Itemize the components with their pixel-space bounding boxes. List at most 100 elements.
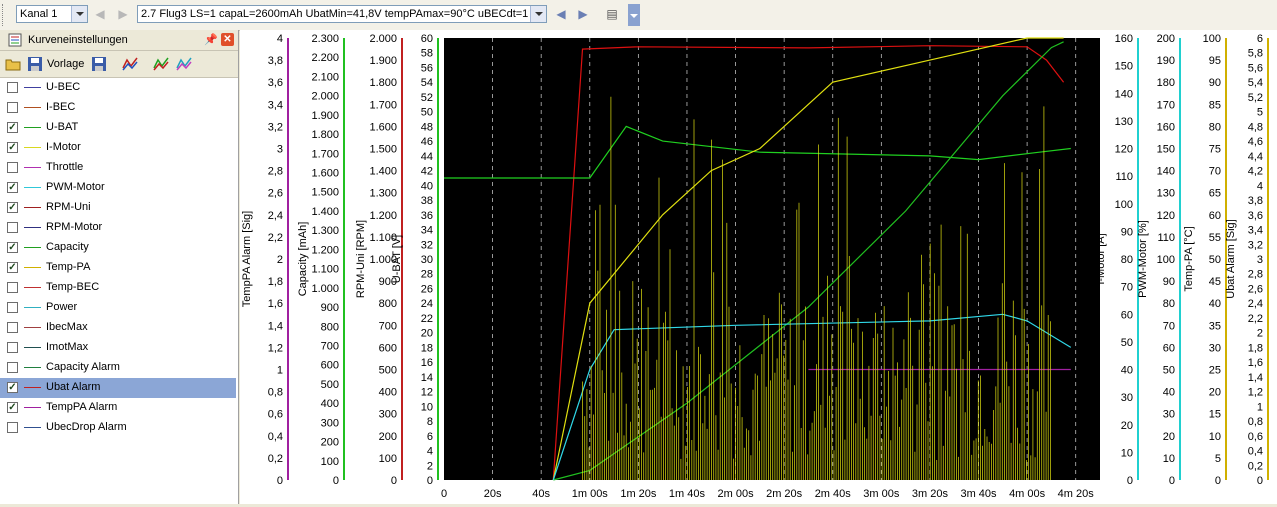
curve-checkbox[interactable]: ✓ [7, 182, 18, 193]
y-tick-label: 1.600 [369, 121, 397, 133]
y-tick-label: 0 [427, 475, 433, 487]
y-tick-label: 2.100 [311, 71, 339, 83]
arrow-right-icon[interactable]: ▶ [115, 6, 131, 22]
y-tick-label: 1.600 [311, 168, 339, 180]
y-tick-label: 140 [1115, 88, 1133, 100]
curve-checkbox[interactable] [7, 222, 18, 233]
plot-background [444, 38, 1100, 480]
curve-item[interactable]: RPM-Motor [0, 218, 236, 238]
y-tick-label: 12 [421, 387, 433, 399]
curve-checkbox[interactable]: ✓ [7, 242, 18, 253]
curve-checkbox[interactable]: ✓ [7, 142, 18, 153]
arrow-left-icon[interactable]: ◀ [553, 6, 569, 22]
chevron-down-icon [630, 14, 638, 18]
pin-icon[interactable]: 📌 [204, 33, 218, 47]
y-tick-label: 4,4 [1248, 151, 1263, 163]
y-tick-label: 170 [1157, 99, 1175, 111]
y-tick-label: 0 [333, 475, 339, 487]
y-tick-label: 0 [1215, 475, 1221, 487]
curves-icon[interactable] [122, 56, 138, 72]
y-tick-label: 50 [1209, 254, 1221, 266]
curve-item[interactable]: ✓ Capacity [0, 238, 236, 258]
y-tick-label: 200 [321, 437, 339, 449]
curve-item[interactable]: Power [0, 298, 236, 318]
curve-item[interactable]: U-BEC [0, 78, 236, 98]
curves-select-all-icon[interactable] [153, 56, 169, 72]
y-tick-label: 0 [1257, 475, 1263, 487]
y-tick-label: 70 [1121, 282, 1133, 294]
curve-item[interactable]: Temp-BEC [0, 278, 236, 298]
curve-item[interactable]: ✓ I-Motor [0, 138, 236, 158]
curve-checkbox[interactable] [7, 102, 18, 113]
save-icon[interactable] [27, 56, 43, 72]
dropdown-button[interactable] [628, 4, 640, 26]
curve-checkbox[interactable]: ✓ [7, 262, 18, 273]
curve-checkbox[interactable] [7, 422, 18, 433]
curve-checkbox[interactable]: ✓ [7, 122, 18, 133]
curve-checkbox[interactable] [7, 362, 18, 373]
curve-color-swatch [24, 367, 41, 368]
y-tick-label: 0,6 [268, 409, 283, 421]
y-tick-label: 1 [1257, 401, 1263, 413]
curve-item[interactable]: I-BEC [0, 98, 236, 118]
y-tick-label: 90 [1163, 276, 1175, 288]
y-tick-label: 42 [421, 166, 433, 178]
open-folder-icon[interactable] [5, 56, 21, 72]
close-icon[interactable]: ✕ [221, 33, 234, 46]
y-tick-label: 80 [1209, 121, 1221, 133]
chevron-down-icon[interactable] [71, 6, 87, 22]
curve-checkbox[interactable] [7, 282, 18, 293]
curve-checkbox[interactable]: ✓ [7, 382, 18, 393]
curve-checkbox[interactable] [7, 322, 18, 333]
curve-label: PWM-Motor [46, 181, 105, 193]
curve-item[interactable]: Throttle [0, 158, 236, 178]
curve-checkbox[interactable] [7, 302, 18, 313]
curve-color-swatch [24, 347, 41, 348]
curves-deselect-icon[interactable] [176, 56, 192, 72]
curve-checkbox[interactable]: ✓ [7, 202, 18, 213]
y-tick-label: 20 [1163, 431, 1175, 443]
curve-item[interactable]: ✓ Temp-PA [0, 258, 236, 278]
y-tick-label: 44 [421, 151, 433, 163]
curve-item[interactable]: UbecDrop Alarm [0, 418, 236, 438]
arrow-right-icon[interactable]: ▶ [575, 6, 591, 22]
telemetry-chart[interactable]: 0 20s 40s 1m 00s 1m 20s 1m 40s 2m 00s 2m 20s 2m … [240, 30, 1277, 504]
y-tick-label: 3,8 [268, 55, 283, 67]
curve-checkbox[interactable] [7, 342, 18, 353]
curve-checkbox[interactable]: ✓ [7, 402, 18, 413]
arrow-left-icon[interactable]: ◀ [92, 6, 108, 22]
clipboard-icon[interactable]: ▤ [604, 6, 620, 22]
channel-select[interactable]: Kanal 1 [16, 5, 88, 23]
curve-item[interactable]: ImotMax [0, 338, 236, 358]
chevron-down-icon[interactable] [530, 6, 546, 22]
y-tick-label: 3 [277, 144, 283, 156]
y-tick-label: 10 [421, 401, 433, 413]
curve-label: UbecDrop Alarm [46, 421, 127, 433]
curve-item[interactable]: ✓ U-BAT [0, 118, 236, 138]
y-tick-label: 34 [421, 225, 433, 237]
curve-item[interactable]: Capacity Alarm [0, 358, 236, 378]
y-tick-label: 32 [421, 239, 433, 251]
curve-checkbox[interactable] [7, 82, 18, 93]
curve-checkbox[interactable] [7, 162, 18, 173]
save-template-icon[interactable] [91, 56, 107, 72]
curve-color-swatch [24, 427, 41, 428]
curve-item[interactable]: ✓ RPM-Uni [0, 198, 236, 218]
y-tick-label: 1,6 [1248, 357, 1263, 369]
y-tick-label: 5,4 [1248, 77, 1263, 89]
curve-item[interactable]: ✓ Ubat Alarm [0, 378, 236, 398]
flight-select[interactable]: 2.7 Flug3 LS=1 capaL=2600mAh UbatMin=41,… [137, 5, 547, 23]
y-tick-label: 800 [379, 298, 397, 310]
y-tick-label: 18 [421, 342, 433, 354]
curve-label: U-BEC [46, 81, 81, 93]
toolbar-grip[interactable] [2, 4, 6, 26]
y-tick-label: 2,6 [268, 188, 283, 200]
y-tick-label: 80 [1163, 298, 1175, 310]
curve-item[interactable]: IbecMax [0, 318, 236, 338]
curve-item[interactable]: ✓ PWM-Motor [0, 178, 236, 198]
y-tick-label: 1,4 [1248, 372, 1263, 384]
curve-item[interactable]: ✓ TempPA Alarm [0, 398, 236, 418]
y-tick-label: 20 [1121, 420, 1133, 432]
template-label[interactable]: Vorlage [47, 58, 84, 70]
y-tick-label: 20 [1209, 387, 1221, 399]
